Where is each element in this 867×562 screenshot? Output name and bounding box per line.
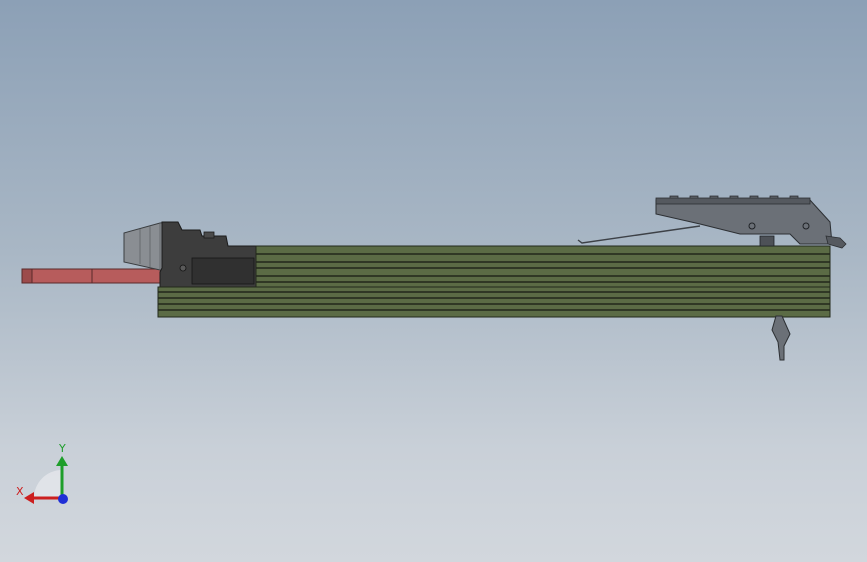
rail-top [655, 197, 811, 205]
triad-x-label: X [16, 485, 24, 498]
trigger[interactable] [771, 315, 791, 361]
receiver-body[interactable] [157, 245, 831, 318]
end-block[interactable] [159, 221, 259, 288]
stock-end-cap [21, 268, 33, 284]
rail-latch [759, 235, 775, 247]
end-block-latch [203, 231, 215, 239]
stock-extension[interactable] [21, 268, 163, 284]
triad-z-axis [58, 494, 68, 504]
end-block-screw [179, 264, 187, 272]
end-block-panel [191, 257, 255, 285]
rail-body [655, 199, 833, 245]
triad-x-arrow [24, 492, 34, 504]
triad-plane [34, 470, 62, 498]
model-view[interactable] [0, 0, 867, 562]
triad-y-arrow [56, 456, 68, 466]
orientation-triad[interactable]: X Y [10, 440, 74, 510]
sight-rail[interactable] [655, 195, 847, 249]
triad-y-label: Y [59, 442, 66, 455]
spring-wire [577, 225, 701, 244]
graphics-viewport[interactable]: X Y [0, 0, 867, 562]
